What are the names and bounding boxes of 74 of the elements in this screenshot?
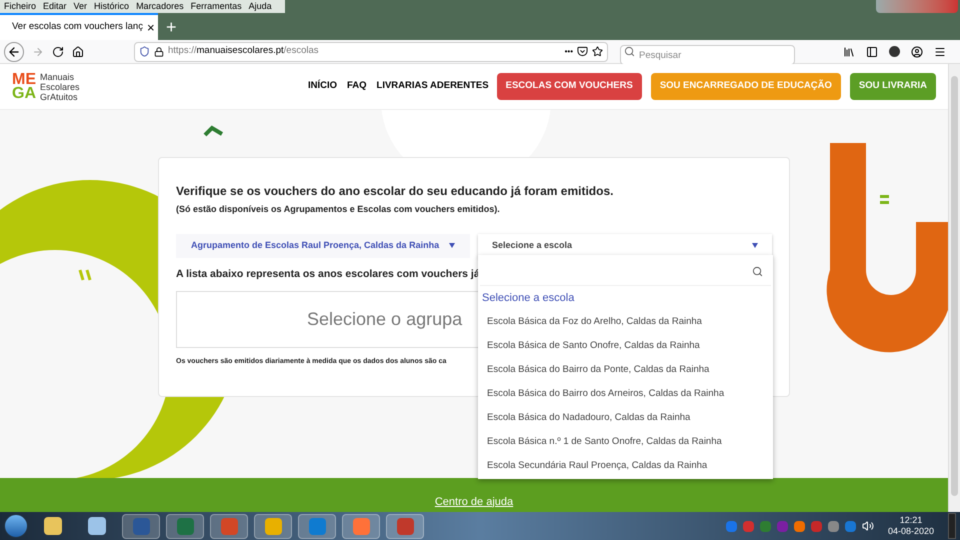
taskbar-app-icon[interactable] [254,514,292,538]
tray-icon[interactable] [726,520,737,532]
tray-icon[interactable] [742,520,754,532]
shield-icon [139,46,150,57]
equals-mark [880,195,889,204]
menu-item[interactable]: Histórico [94,2,130,11]
school-select[interactable]: Selecione a escola [478,234,772,258]
new-tab-button[interactable]: + [158,18,185,40]
card-subheading: (Só estão disponíveis os Agrupamentos e Escolas com vouchers emitidos). [176,203,501,216]
more-actions-button[interactable]: ••• [564,46,573,58]
logo-text: GrAtuitos [40,92,79,102]
dropdown-option[interactable]: Escola Básica do Bairro da Ponte, Caldas da Rainha [478,358,773,382]
clock[interactable]: 12:21 04-08-2020 [880,515,942,537]
dropdown-header: Selecione a escola [481,291,576,306]
lock-icon [154,46,164,56]
quote-mark [78,268,92,282]
nav-link[interactable]: INÍCIO [308,79,337,94]
volume-icon[interactable] [862,520,874,532]
menu-item[interactable]: Ajuda [248,2,272,11]
chevron-shape [204,125,224,136]
library-icon[interactable] [843,46,855,58]
taskbar-app-icon[interactable] [122,514,160,538]
menu-item[interactable]: Ver [74,2,88,11]
tray-icon[interactable] [828,520,839,532]
scrollbar[interactable] [948,64,960,512]
search-icon [752,266,763,276]
group-select[interactable]: Agrupamento de Escolas Raul Proença, Caldas da Rainha [176,234,470,258]
menu-item[interactable]: Ficheiro [4,2,36,11]
dropdown-option[interactable]: Escola Secundária Raul Proença, Caldas da Rainha [478,454,773,478]
browser-tab[interactable]: Ver escolas com vouchers lanç × [0,13,158,40]
card-heading: Verifique se os vouchers do ano escolar do seu educando já foram emitidos. [176,183,614,200]
forward-icon[interactable] [32,46,44,58]
nav-link[interactable]: FAQ [347,79,367,94]
tray-icon[interactable] [794,520,805,532]
star-icon[interactable] [592,46,603,57]
extension-icon[interactable] [889,46,900,57]
home-icon[interactable] [72,46,84,58]
nav-link[interactable]: LIVRARIAS ADERENTES [376,79,489,94]
menu-item[interactable]: Ferramentas [190,2,242,11]
taskbar-app-icon[interactable] [88,517,106,535]
taskbar-app-icon[interactable] [166,514,204,538]
dropdown-option[interactable]: Escola Básica de Santo Onofre, Caldas da Rainha [478,334,773,358]
sidebar-icon[interactable] [866,46,878,58]
placeholder-text: Selecione o agrupa [307,308,462,332]
tray-icon[interactable] [760,520,771,532]
menu-item[interactable]: Editar [43,2,67,11]
address-bar[interactable]: https://manuaisescolares.pt/escolas ••• [134,42,608,62]
dropdown-option[interactable]: Escola Básica do Nadadouro, Caldas da Rainha [478,406,773,430]
start-button[interactable] [4,514,28,538]
tray-icon[interactable] [844,520,856,532]
reload-icon[interactable] [52,46,64,58]
back-icon[interactable] [4,42,24,62]
url-text: https://manuaisescolares.pt/escolas [168,44,319,58]
close-tab-button[interactable]: × [146,21,155,34]
nav-button[interactable]: ESCOLAS COM VOUCHERS [496,73,642,100]
dropdown-option[interactable]: Escola Básica da Foz do Arelho, Caldas da Rainha [478,310,773,334]
dropdown-option[interactable]: Escola Básica do Bairro dos Arneiros, Caldas da Rainha [478,382,773,406]
search-field[interactable]: Pesquisar [620,45,795,65]
logo-text: Escolares [40,82,80,92]
window-controls[interactable] [876,0,958,13]
menu-item[interactable]: Marcadores [136,2,184,11]
search-icon [624,46,635,56]
menu-icon[interactable] [934,46,946,58]
tab-title: Ver escolas com vouchers lanç [12,20,143,34]
account-icon[interactable] [911,46,923,58]
caret-icon [449,243,455,248]
caret-icon [752,243,758,248]
pocket-icon[interactable] [577,46,588,57]
logo-text: Manuais [40,72,76,82]
show-desktop-button[interactable] [948,513,956,539]
dropdown-option[interactable]: Escola Básica n.º 1 de Santo Onofre, Caldas da Rainha [478,430,773,454]
logo-mark: ME GA [12,72,36,100]
taskbar-app-icon[interactable] [44,517,62,535]
tray-icon[interactable] [810,520,822,532]
